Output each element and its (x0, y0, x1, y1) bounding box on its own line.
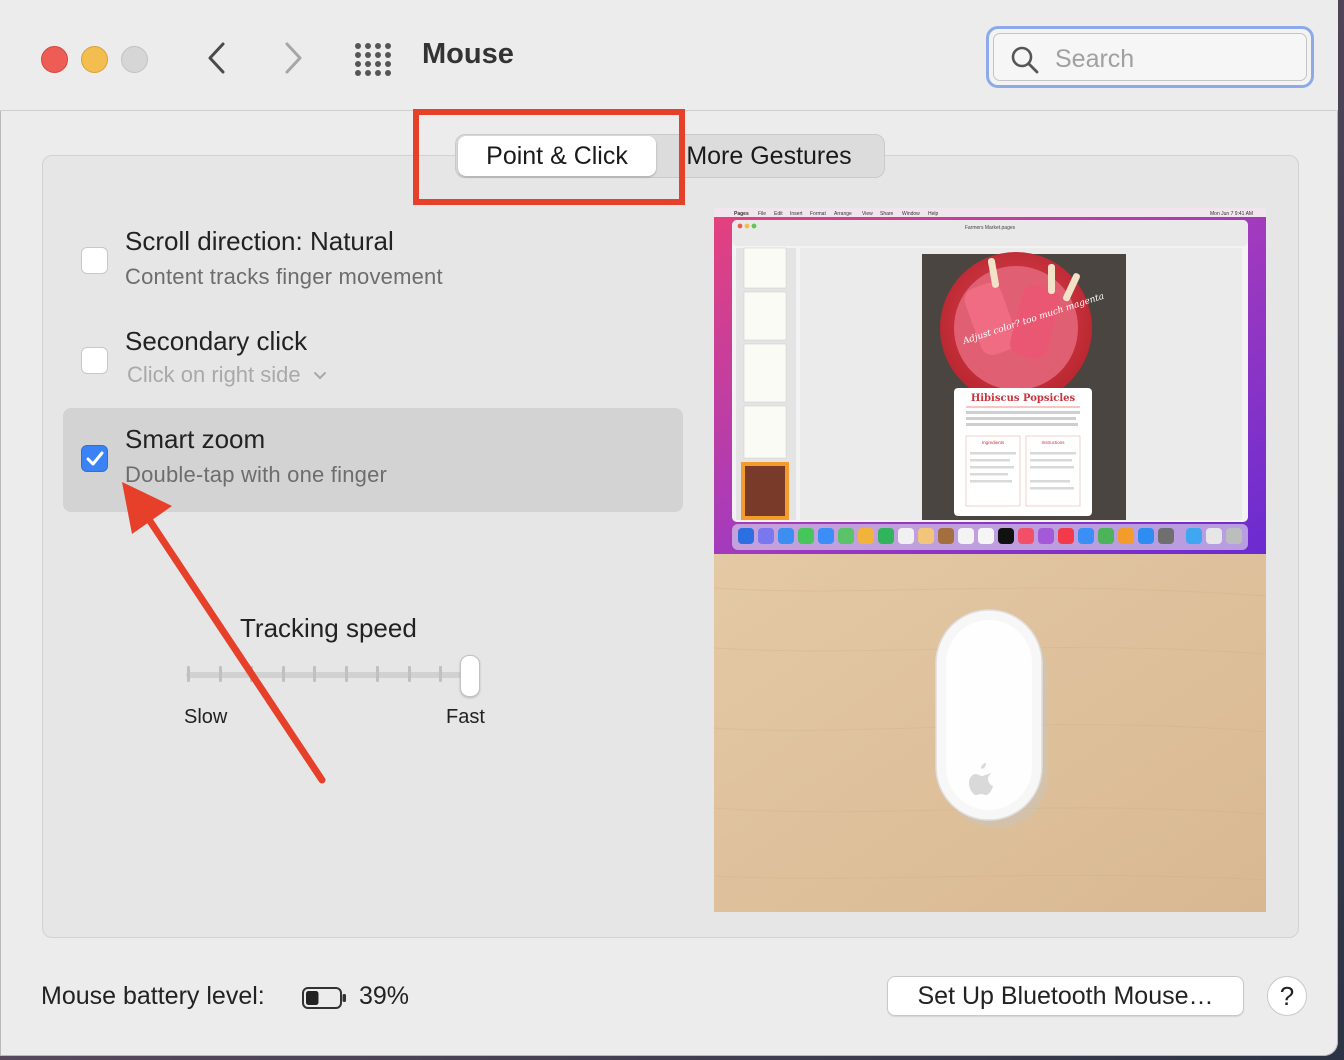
option-title: Secondary click (125, 326, 308, 356)
menu-item: Format (810, 211, 826, 217)
tracking-speed-slider[interactable] (186, 654, 482, 698)
smart-zoom-checkbox[interactable] (81, 445, 108, 472)
menu-app-name: Pages (734, 211, 749, 217)
grid-icon (355, 43, 391, 76)
slow-label: Slow (184, 706, 228, 728)
close-window-button[interactable] (41, 46, 68, 73)
slider-tick (439, 666, 443, 682)
secondary-click-checkbox[interactable] (81, 347, 108, 374)
help-button[interactable]: ? (1267, 976, 1307, 1016)
chevron-left-icon (208, 42, 225, 74)
zoom-window-button[interactable] (121, 46, 148, 73)
search-icon (1011, 46, 1039, 74)
show-all-button[interactable] (354, 40, 392, 78)
document-title: Farmers Market.pages (965, 225, 1016, 231)
slider-tick (407, 666, 411, 682)
magic-mouse (935, 609, 1048, 828)
option-subtitle: Content tracks finger movement (125, 264, 443, 289)
battery-fill (306, 991, 319, 1005)
chevron-down-icon (313, 372, 326, 380)
menu-item: Arrange (834, 211, 852, 217)
menu-clock: Mon Jun 7 9:41 AM (1210, 211, 1253, 217)
slider-tick (250, 666, 254, 682)
chevron-right-icon (285, 42, 302, 74)
tracking-speed-label: Tracking speed (240, 613, 417, 643)
search-field[interactable] (986, 26, 1314, 88)
slider-tick (281, 666, 285, 682)
set-up-bluetooth-mouse-button[interactable]: Set Up Bluetooth Mouse… (887, 976, 1244, 1016)
search-input[interactable] (1053, 41, 1287, 77)
secondary-click-dropdown[interactable]: Click on right side (127, 362, 327, 388)
toolbar: Mouse (0, 0, 1338, 111)
ingredients-header: Ingredients (982, 440, 1005, 445)
slider-tick (376, 666, 380, 682)
preview-image: Pages File Edit Insert Format Arrange Vi… (714, 208, 1266, 912)
checkmark-icon (86, 451, 104, 466)
recipe-title: Hibiscus Popsicles (971, 393, 1076, 404)
dock-icons (738, 528, 1242, 544)
option-scroll-direction: Scroll direction: Natural Content tracks… (63, 210, 683, 314)
menu-item: Insert (790, 211, 803, 217)
menu-item: Window (902, 211, 920, 217)
option-subtitle: Double-tap with one finger (125, 462, 388, 487)
option-smart-zoom: Smart zoom Double-tap with one finger (63, 408, 683, 512)
back-button[interactable] (198, 38, 238, 78)
slider-thumb[interactable] (460, 655, 480, 697)
slider-tick (187, 666, 190, 682)
menu-item: Help (928, 211, 939, 217)
menu-item: File (758, 211, 766, 217)
slider-tick (218, 666, 222, 682)
option-title: Smart zoom (125, 424, 266, 454)
fast-label: Fast (446, 706, 485, 728)
battery-percent: 39% (359, 982, 410, 1010)
preview-illustration: Pages File Edit Insert Format Arrange Vi… (714, 208, 1266, 912)
tab-bar: Point & Click More Gestures (455, 134, 885, 178)
option-title: Scroll direction: Natural (125, 226, 394, 256)
dropdown-value: Click on right side (127, 362, 301, 387)
scroll-direction-checkbox[interactable] (81, 247, 108, 274)
system-preferences-window: Mouse Point & Click More Gestures Scroll… (0, 0, 1338, 1056)
slider-tick (313, 666, 317, 682)
window-title: Mouse (422, 38, 514, 70)
minimize-window-button[interactable] (81, 46, 108, 73)
slider-tick (344, 666, 348, 682)
menu-item: Edit (774, 211, 783, 217)
battery-icon (302, 987, 346, 1009)
menu-item: Share (880, 211, 894, 217)
tab-point-and-click[interactable]: Point & Click (458, 136, 656, 176)
slider-track (186, 672, 476, 678)
option-secondary-click: Secondary click Click on right side (63, 310, 683, 414)
instructions-header: Instructions (1041, 440, 1065, 445)
menu-item: View (862, 211, 873, 217)
battery-level-label: Mouse battery level: (41, 982, 265, 1010)
forward-button[interactable] (272, 38, 312, 78)
tab-more-gestures[interactable]: More Gestures (674, 136, 864, 176)
